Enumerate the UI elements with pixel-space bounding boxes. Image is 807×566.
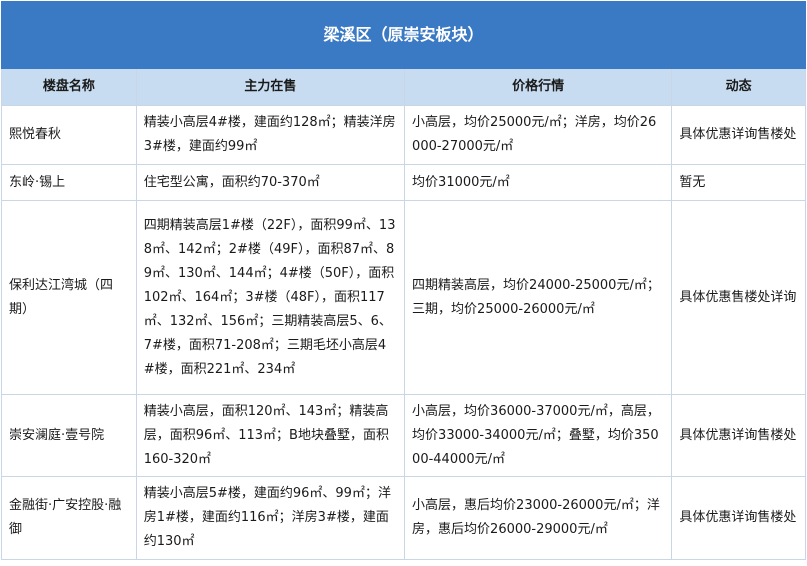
cell-on-sale: 精装小高层4#楼，建面约128㎡；精装洋房3#楼，建面约99㎡	[135, 105, 406, 165]
cell-status: 具体优惠详询售楼处	[671, 476, 806, 560]
price-table-container: 梁溪区（原崇安板块） 楼盘名称 主力在售 价格行情 动态 熙悦春秋 精装小高层4…	[1, 1, 806, 564]
table-row: 保利达江湾城（四期） 四期精装高层1#楼（22F），面积99㎡、138㎡、142…	[1, 200, 806, 395]
cell-on-sale: 四期精装高层1#楼（22F），面积99㎡、138㎡、142㎡；2#楼（49F），…	[135, 200, 406, 395]
cell-project-name: 崇安澜庭·壹号院	[1, 394, 137, 477]
cell-project-name: 熙悦春秋	[1, 105, 137, 165]
table-header-row: 楼盘名称 主力在售 价格行情 动态	[1, 68, 806, 106]
cell-price: 小高层，惠后均价23000-26000元/㎡；洋房，惠后均价26000-2900…	[404, 476, 673, 560]
cell-status: 具体优惠详询售楼处	[671, 394, 806, 477]
table-title: 梁溪区（原崇安板块）	[1, 1, 806, 69]
table-title-row: 梁溪区（原崇安板块）	[1, 1, 806, 69]
cell-status: 暂无	[671, 164, 806, 201]
cell-on-sale: 精装小高层5#楼，建面约96㎡、99㎡；洋房1#楼，建面约116㎡；洋房3#楼，…	[135, 476, 406, 560]
table-row: 熙悦春秋 精装小高层4#楼，建面约128㎡；精装洋房3#楼，建面约99㎡ 小高层…	[1, 105, 806, 165]
cell-project-name: 金融街·广安控股·融御	[1, 476, 137, 560]
cell-on-sale: 住宅型公寓，面积约70-370㎡	[135, 164, 406, 201]
header-price: 价格行情	[404, 68, 673, 106]
cell-price: 小高层，均价36000-37000元/㎡，高层，均价33000-34000元/㎡…	[404, 394, 673, 477]
table-row: 崇安澜庭·壹号院 精装小高层，面积120㎡、143㎡；精装高层，面积96㎡、11…	[1, 394, 806, 477]
cell-price: 四期精装高层，均价24000-25000元/㎡；三期，均价25000-26000…	[404, 200, 673, 395]
cell-on-sale: 精装小高层，面积120㎡、143㎡；精装高层，面积96㎡、113㎡；B地块叠墅，…	[135, 394, 406, 477]
header-status: 动态	[671, 68, 806, 106]
price-table: 梁溪区（原崇安板块） 楼盘名称 主力在售 价格行情 动态 熙悦春秋 精装小高层4…	[1, 1, 806, 560]
table-row: 金融街·广安控股·融御 精装小高层5#楼，建面约96㎡、99㎡；洋房1#楼，建面…	[1, 476, 806, 560]
cell-price: 均价31000元/㎡	[404, 164, 673, 201]
cell-project-name: 保利达江湾城（四期）	[1, 200, 137, 395]
cell-status: 具体优惠售楼处详询	[671, 200, 806, 395]
cell-status: 具体优惠详询售楼处	[671, 105, 806, 165]
cell-project-name: 东岭·锡上	[1, 164, 137, 201]
table-row: 东岭·锡上 住宅型公寓，面积约70-370㎡ 均价31000元/㎡ 暂无	[1, 164, 806, 201]
header-on-sale: 主力在售	[135, 68, 406, 106]
cell-price: 小高层，均价25000元/㎡；洋房，均价26000-27000元/㎡	[404, 105, 673, 165]
header-project-name: 楼盘名称	[1, 68, 137, 106]
